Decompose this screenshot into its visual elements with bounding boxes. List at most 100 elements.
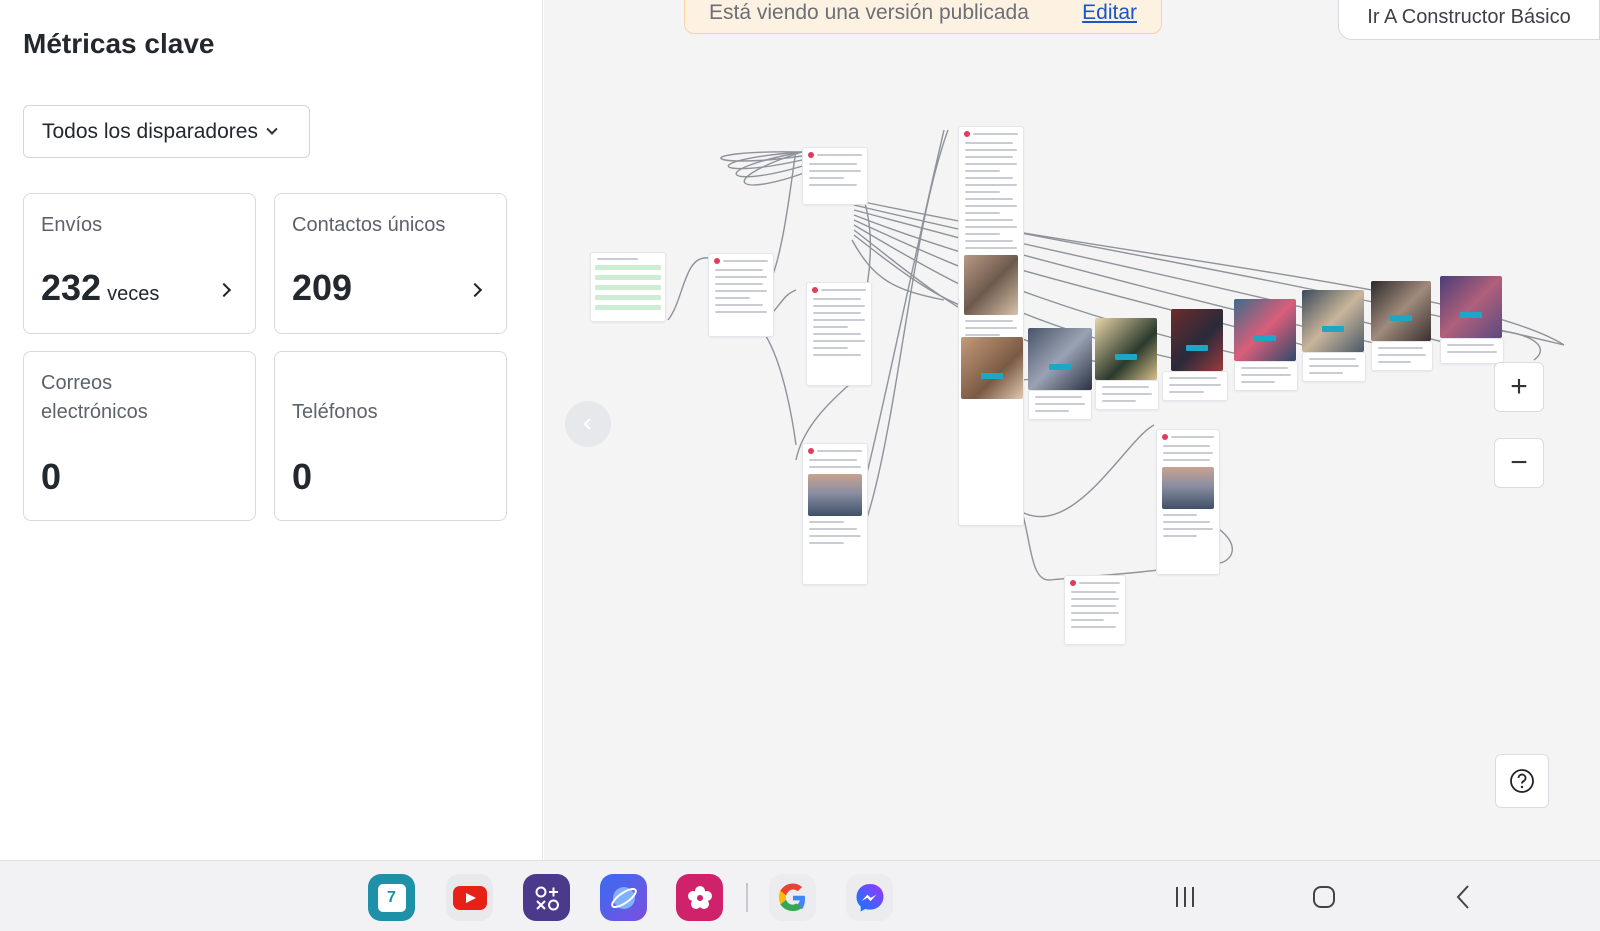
node-line [1079,582,1120,584]
node-instagram-icon [1070,580,1076,586]
node-line [1241,381,1276,383]
recents-icon [1176,887,1194,907]
node-instagram-icon [808,152,814,158]
flow-node-trigger[interactable] [590,252,666,322]
flow-canvas[interactable]: Está viendo una versión publicada Editar… [544,0,1600,860]
photo-caption [1440,338,1504,364]
node-line [1169,377,1217,379]
basic-builder-button[interactable]: Ir A Constructor Básico [1338,0,1600,40]
zoom-out-button[interactable]: − [1494,438,1544,488]
node-line [965,198,1013,200]
node-line [1163,445,1210,447]
node-line [813,347,849,349]
metric-label: Contactos únicos [292,214,446,236]
gallery-icon [687,885,712,909]
node-line [813,319,865,321]
node-line [1169,384,1221,386]
flow-node-long-message[interactable] [958,126,1024,526]
node-line [1035,396,1082,398]
metric-card-envios[interactable]: Envíos 232 veces [23,193,256,334]
node-header [812,287,866,293]
recents-nav-button[interactable] [1165,877,1205,917]
apps-app[interactable] [523,874,570,921]
node-line [809,535,861,537]
node-line [715,269,763,271]
photo-badge [1322,326,1344,332]
flow-connections [667,129,1565,581]
chevron-right-icon[interactable] [216,282,232,298]
node-line [965,240,1013,242]
apps-icon [535,886,559,910]
help-button[interactable] [1495,754,1549,808]
metric-label: Teléfonos [292,401,378,423]
gallery-photo[interactable] [1095,318,1157,380]
chevron-down-icon [266,123,278,135]
calendar-app[interactable]: 7 [368,874,415,921]
photo-caption [1162,371,1228,401]
photo-badge [1115,354,1137,360]
flow-node-message-image[interactable] [802,443,868,585]
node-line [715,290,767,292]
node-line [809,177,845,179]
node-line [1378,354,1426,356]
metric-unit: veces [107,283,160,305]
node-line [817,154,862,156]
node-instagram-icon [714,258,720,264]
node-line [1163,528,1213,530]
node-line [1163,514,1198,516]
node-line [965,212,1001,214]
flow-node-message[interactable] [806,282,872,386]
edit-link[interactable]: Editar [1082,1,1137,25]
published-version-banner: Está viendo una versión publicada Editar [684,0,1162,34]
flow-node-message[interactable] [708,253,774,337]
home-nav-button[interactable] [1304,877,1344,917]
metric-label: Correos electrónicos [41,372,148,423]
node-trigger-row [595,295,661,300]
flow-node-message[interactable] [1064,575,1126,645]
chevron-right-icon[interactable] [467,282,483,298]
gallery-photo[interactable] [1028,328,1092,390]
browser-app[interactable] [600,874,647,921]
node-line [1071,626,1116,628]
node-line [965,233,1001,235]
flow-node-message-image[interactable] [1156,429,1220,575]
node-image [1162,467,1214,509]
google-app[interactable] [769,874,816,921]
gallery-photo[interactable] [1440,276,1502,338]
back-nav-button[interactable] [1443,877,1483,917]
node-header [964,131,1018,137]
node-line [1241,374,1291,376]
gallery-app[interactable] [676,874,723,921]
photo-caption [1095,380,1159,410]
node-line [1035,403,1085,405]
gallery-photo[interactable] [1371,281,1431,341]
gallery-photo[interactable] [961,337,1023,399]
node-instagram-icon [1162,434,1168,440]
trigger-select[interactable]: Todos los disparadores [23,105,310,158]
node-line [1241,367,1288,369]
messenger-icon [856,883,883,911]
gallery-photo[interactable] [1234,299,1296,361]
dock-separator [746,883,748,912]
chevron-left-icon [583,418,591,430]
messenger-app[interactable] [846,874,893,921]
node-line [809,184,857,186]
metric-card-contactos[interactable]: Contactos únicos 209 [274,193,507,334]
zoom-in-button[interactable]: + [1494,362,1544,412]
youtube-app[interactable] [446,874,493,921]
system-dock: 7 [0,860,1600,931]
node-line [715,283,763,285]
metric-label: Envíos [41,214,103,236]
gallery-photo[interactable] [1302,290,1364,352]
node-line [965,334,1001,336]
node-instagram-icon [964,131,970,137]
collapse-panel-button[interactable] [565,401,611,447]
flow-node-message[interactable] [802,147,868,205]
gallery-photo[interactable] [1171,309,1223,371]
node-line [1309,372,1344,374]
node-header [1162,434,1214,440]
node-line [809,459,857,461]
node-line [821,289,866,291]
node-line [1071,598,1119,600]
node-line [965,191,1001,193]
